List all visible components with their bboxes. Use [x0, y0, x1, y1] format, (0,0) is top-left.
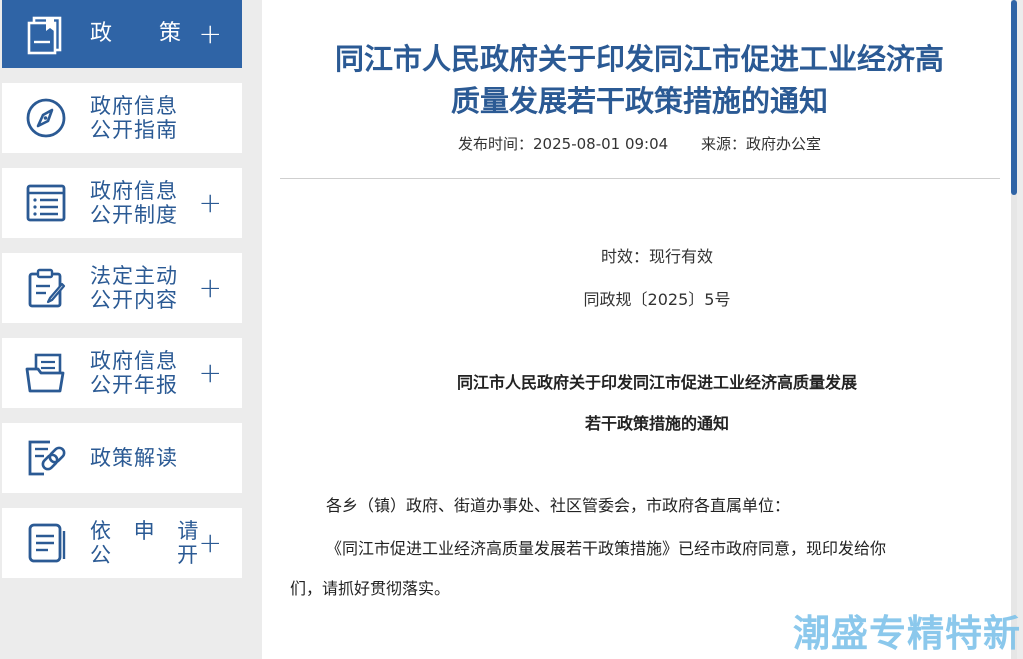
expand-icon[interactable]: +: [199, 359, 222, 387]
sidebar-item-guide[interactable]: 政府信息 公开指南: [2, 83, 242, 153]
publish-time: 发布时间：2025-08-01 09:04: [458, 135, 669, 153]
label-char-1: 政: [90, 21, 113, 46]
sidebar-item-system[interactable]: 政府信息 公开制度 +: [2, 168, 242, 238]
expand-icon[interactable]: +: [199, 20, 222, 48]
sidebar-item-interpretation[interactable]: 政策解读: [2, 423, 242, 493]
document-heading-line1: 同江市人民政府关于印发同江市促进工业经济高质量发展: [456, 373, 857, 392]
salutation: 各乡（镇）政府、街道办事处、社区管委会，市政府各直属单位：: [326, 496, 791, 515]
compass-icon: [26, 98, 66, 138]
notepad-icon: [28, 523, 66, 563]
body-paragraph-line2: 们，请抓好贯彻落实。: [290, 579, 451, 598]
sidebar-item-annual-report[interactable]: 政府信息 公开年报 +: [2, 338, 242, 408]
article-title: 同江市人民政府关于印发同江市促进工业经济高 质量发展若干政策措施的通知: [334, 42, 944, 118]
divider: [280, 178, 1000, 179]
document-number: 同政规〔2025〕5号: [583, 290, 731, 309]
article-meta: 发布时间：2025-08-01 09:04 来源：政府办公室: [262, 133, 1017, 154]
clipboard-edit-icon: [28, 268, 66, 308]
validity-text: 时效：现行有效: [600, 247, 713, 266]
expand-icon[interactable]: +: [199, 274, 222, 302]
sidebar-item-label: 法定主动 公开内容: [90, 264, 178, 312]
sidebar-item-on-request[interactable]: 依 申 请 公 开 +: [2, 508, 242, 578]
sidebar-item-label: 政 策: [90, 22, 185, 46]
label-char-2: 策: [158, 21, 181, 46]
sidebar-item-label: 政府信息 公开年报: [90, 349, 178, 397]
document-stack-icon: [27, 16, 62, 55]
sidebar-item-label: 依 申 请 公 开: [90, 519, 207, 567]
sidebar-item-label: 政府信息 公开指南: [90, 94, 178, 142]
body-paragraph-line1: 《同江市促进工业经济高质量发展若干政策措施》已经市政府同意，现印发给你: [326, 539, 887, 558]
expand-icon[interactable]: +: [199, 189, 222, 217]
sidebar-item-label: 政府信息 公开制度: [90, 179, 178, 227]
sidebar-item-statutory[interactable]: 法定主动 公开内容 +: [2, 253, 242, 323]
list-icon: [26, 184, 66, 222]
sidebar-item-label: 政策解读: [90, 446, 178, 470]
article-panel: 同江市人民政府关于印发同江市促进工业经济高 质量发展若干政策措施的通知 发布时间…: [262, 0, 1017, 659]
document-heading-line2: 若干政策措施的通知: [584, 414, 729, 433]
link-document-icon: [28, 440, 66, 476]
scrollbar[interactable]: [1011, 0, 1017, 659]
source: 来源：政府办公室: [700, 135, 821, 153]
expand-icon[interactable]: +: [199, 529, 222, 557]
sidebar-item-policy[interactable]: 政 策 +: [2, 0, 242, 68]
scrollbar-thumb[interactable]: [1011, 0, 1017, 195]
watermark-text: 潮盛专精特新: [793, 612, 1021, 655]
sidebar-nav: 政 策 + 政府信息 公开指南 政府信息 公开制度 + 法定主动 公开内容 + …: [0, 0, 262, 659]
folder-document-icon: [25, 353, 65, 393]
